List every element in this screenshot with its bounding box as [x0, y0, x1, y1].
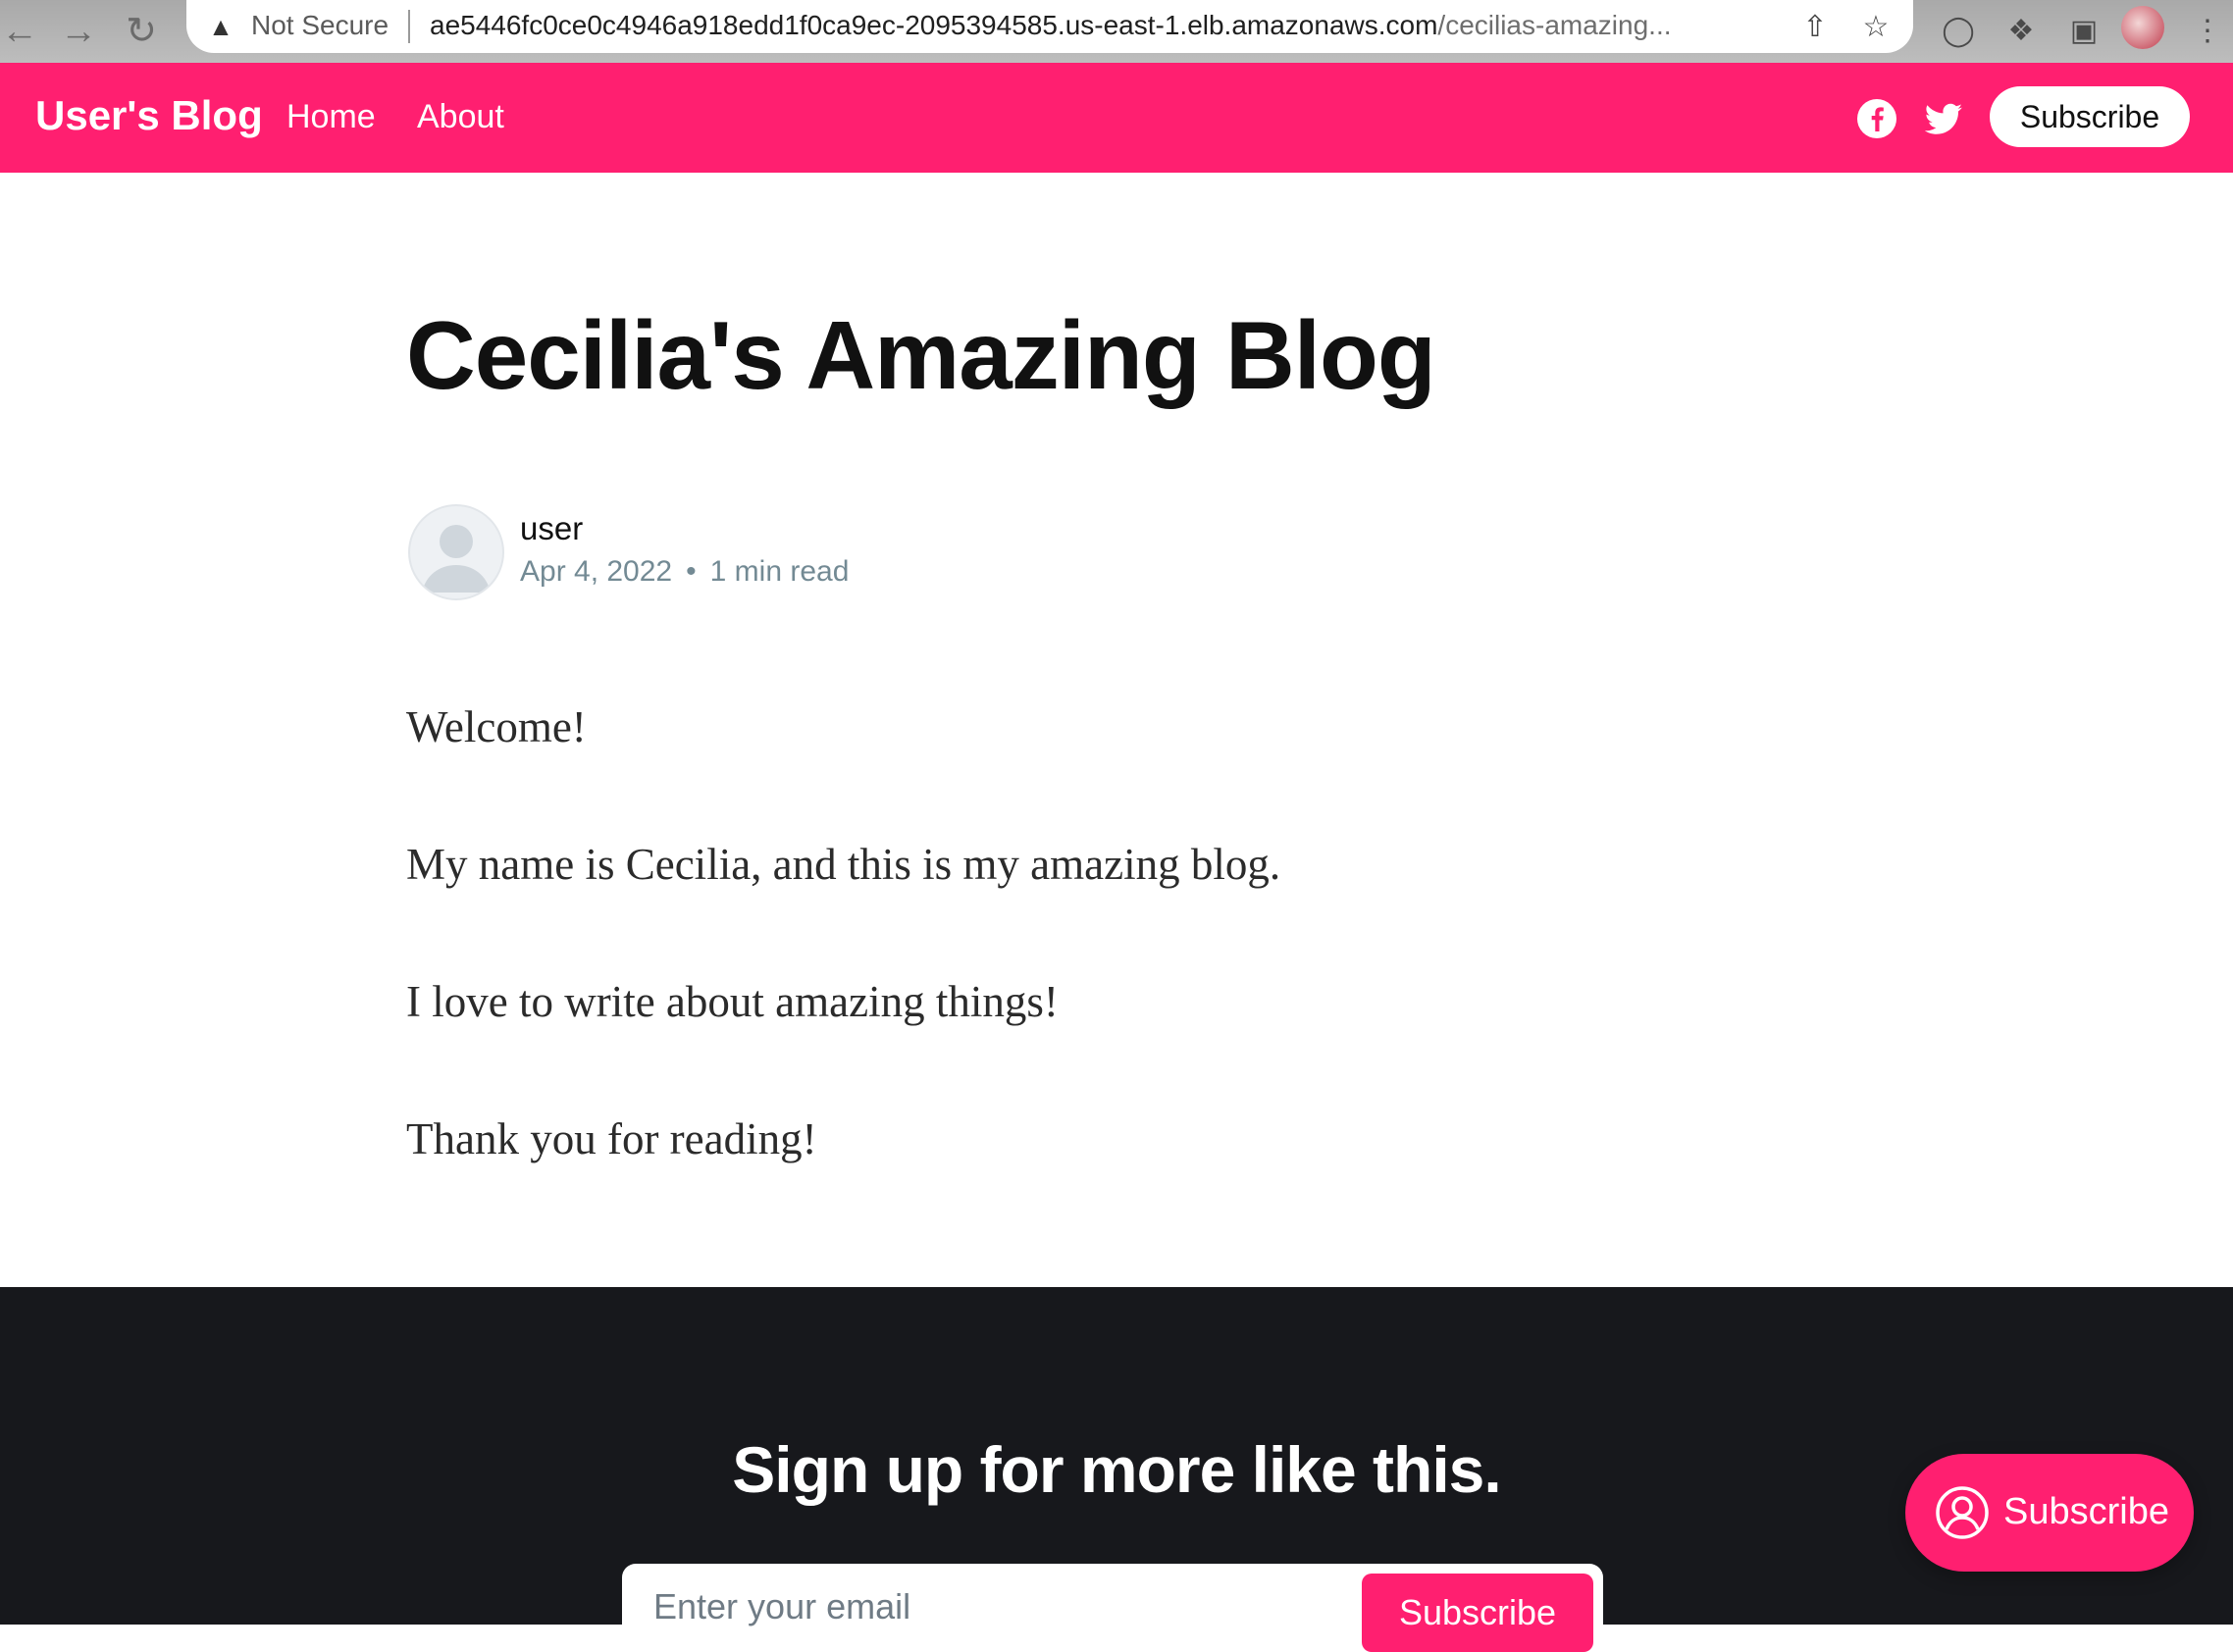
post-date: Apr 4, 2022	[520, 555, 673, 588]
post-meta: Apr 4, 2022 • 1 min read	[520, 555, 849, 589]
paragraph: I love to write about amazing things!	[406, 977, 1059, 1026]
header-subscribe-button[interactable]: Subscribe	[1990, 86, 2190, 147]
warning-icon[interactable]: ▲	[206, 12, 235, 41]
meta-separator: •	[686, 555, 697, 588]
read-time: 1 min read	[709, 555, 850, 588]
bookmark-star-icon[interactable]: ☆	[1856, 8, 1895, 47]
signup-section: Sign up for more like this. Subscribe	[0, 1287, 2233, 1652]
site-header: User's Blog Home About Subscribe	[0, 63, 2233, 173]
browser-toolbar: ← → ↻ ▲ Not Secure ae5446fc0ce0c4946a918…	[0, 0, 2233, 63]
url-host: ae5446fc0ce0c4946a918edd1f0ca9ec-2095394…	[430, 10, 1438, 40]
portal-subscribe-button[interactable]: Subscribe	[1905, 1454, 2194, 1572]
account-icon	[1936, 1486, 1989, 1539]
site-brand[interactable]: User's Blog	[35, 92, 263, 139]
article-title: Cecilia's Amazing Blog	[406, 301, 1436, 409]
email-field[interactable]	[651, 1581, 1303, 1632]
user-icon	[422, 525, 491, 593]
profile-avatar[interactable]	[2121, 6, 2164, 49]
extension-icon[interactable]: ◯	[1933, 6, 1984, 57]
menu-icon[interactable]: ⋮	[2182, 6, 2233, 57]
paragraph: Thank you for reading!	[406, 1114, 817, 1163]
post-content: Welcome! My name is Cecilia, and this is…	[406, 700, 1819, 1250]
paragraph: My name is Cecilia, and this is my amazi…	[406, 840, 1281, 889]
back-icon[interactable]: ←	[0, 6, 45, 57]
url-text[interactable]: ae5446fc0ce0c4946a918edd1f0ca9ec-2095394…	[430, 10, 1784, 41]
reload-icon[interactable]: ↻	[116, 6, 167, 57]
twitter-icon[interactable]	[1923, 98, 1964, 139]
author-avatar[interactable]	[408, 504, 504, 600]
portal-subscribe-label: Subscribe	[2003, 1491, 2169, 1532]
author-name[interactable]: user	[520, 510, 583, 547]
signup-title: Sign up for more like this.	[732, 1433, 1501, 1506]
puzzle-icon[interactable]: ❖	[1996, 6, 2047, 57]
address-divider	[408, 10, 410, 43]
signup-subscribe-button[interactable]: Subscribe	[1362, 1574, 1593, 1652]
nav-about-link[interactable]: About	[417, 98, 504, 136]
sidebar-icon[interactable]: ▣	[2058, 6, 2109, 57]
share-icon[interactable]: ⇧	[1795, 8, 1835, 47]
url-path: /cecilias-amazing...	[1437, 10, 1672, 40]
address-bar[interactable]: ▲ Not Secure ae5446fc0ce0c4946a918edd1f0…	[186, 0, 1913, 53]
facebook-icon[interactable]	[1856, 98, 1897, 139]
forward-icon[interactable]: →	[53, 6, 104, 57]
paragraph: Welcome!	[406, 702, 587, 751]
signup-form: Subscribe	[622, 1564, 1603, 1652]
security-label[interactable]: Not Secure	[251, 10, 389, 41]
nav-home-link[interactable]: Home	[286, 98, 376, 136]
